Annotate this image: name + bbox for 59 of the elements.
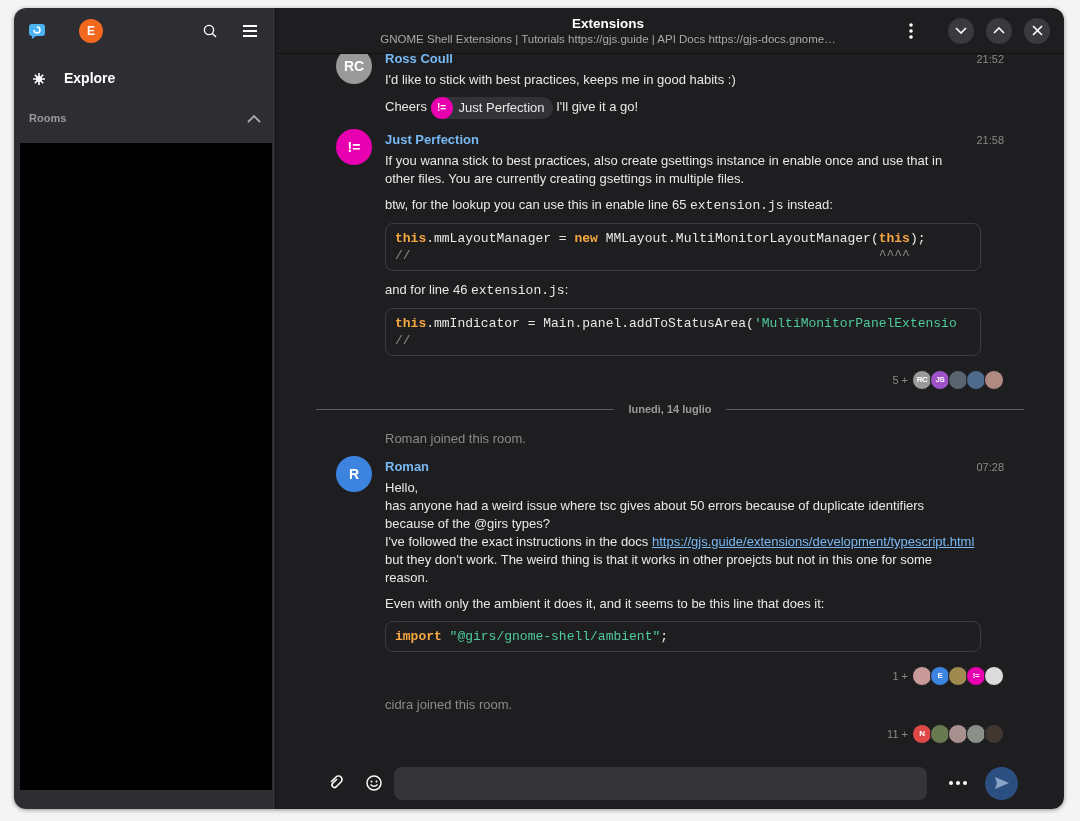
message-text: and for line 46 extension.js: [385,281,570,300]
sender-name[interactable]: Ross Coull [385,54,453,68]
search-icon [203,24,217,38]
code-block: this.mmIndicator = Main.panel.addToStatusArea('MultiMonitorPanelExtensio // [385,308,981,356]
read-receipt-avatar: != [966,666,986,686]
close-icon [1031,25,1043,36]
read-receipt-avatar: E [930,666,950,686]
timestamp: 07:28 [976,460,1004,475]
read-receipt-avatar: JS [930,370,950,390]
message-input[interactable] [394,766,927,800]
timestamp: 21:52 [976,54,1004,67]
timestamp: 21:58 [976,133,1004,148]
section-title: Rooms [29,110,67,126]
mention-avatar: != [430,97,453,119]
emoji-button[interactable] [366,775,382,791]
smiley-icon [366,775,382,791]
message-text: I'd like to stick with best practices, keeps me in good habits :) [385,71,737,89]
attach-button[interactable] [328,775,344,791]
explore-item[interactable]: Explore [14,62,275,95]
receipt-count: 1 + [892,669,908,684]
chevron-up-icon [247,113,261,123]
code-block: import "@girs/gnome-shell/ambient"; [385,621,981,652]
message-text: Hello, has anyone had a weird issue where tsc gives about 50 errors because of duplicate identifiers because of the @girs types? I've followed the exact instructions in the docs https://gjs.guide/extensions/development/typescript.html but they don't work. The weird thing is that it works in other proejcts but not in this one for some reason. [385,479,975,587]
sparkle-icon [32,71,46,86]
read-receipt-avatar: N [912,724,932,744]
menu-icon [242,24,258,38]
read-receipt-avatar: RC [912,370,932,390]
ellipsis-icon [949,781,967,785]
collapse-button[interactable] [247,113,261,123]
code-block: this.mmLayoutManager = new MMLayout.MultiMonitorLayoutManager(this); // ^^^^ [385,223,981,271]
message-text: Cheers != Just Perfection I'll give it a go! [385,97,975,119]
message-text: btw, for the lookup you can use this in enable line 65 extension.js instead: [385,196,834,215]
scroll-up-button[interactable] [986,17,1012,44]
message-text: If you wanna stick to best practices, also create gsettings instance in enable once and use that in other files. You are currently creating gsettings in multiple files. [385,152,944,188]
room-event: Roman joined this room. [384,430,527,448]
scroll-down-button[interactable] [948,17,974,44]
sender-name[interactable]: Roman [385,458,430,476]
kebab-icon [909,22,913,39]
more-button[interactable] [949,781,967,785]
room-topic: GNOME Shell Extensions | Tutorials https://gjs.guide | API Docs https://gjs-docs.gnome… [379,31,837,47]
send-icon [993,776,1010,790]
user-avatar: R [336,456,372,492]
date-divider: lunedì, 14 luglio [628,402,712,417]
paperclip-icon [328,775,344,791]
room-title: Extensions [571,14,645,32]
close-button[interactable] [1024,17,1050,44]
chevron-up-icon [993,27,1005,34]
sender-name[interactable]: Just Perfection [385,131,479,149]
user-avatar: RC [336,54,372,84]
room-event: cidra joined this room. [384,696,514,714]
link[interactable]: https://gjs.guide/extensions/development/typescript.html [651,534,975,549]
chevron-down-icon [955,27,967,34]
mention-pill[interactable]: != Just Perfection [430,97,553,119]
receipt-count: 5 + [892,373,908,388]
receipt-count: 11 + [887,727,908,742]
message-text: Even with only the ambient it does it, and it seems to be this line that does it: [385,595,826,613]
send-button[interactable] [985,766,1018,800]
chat-bubble-icon[interactable] [28,22,46,40]
user-avatar: != [336,129,372,165]
